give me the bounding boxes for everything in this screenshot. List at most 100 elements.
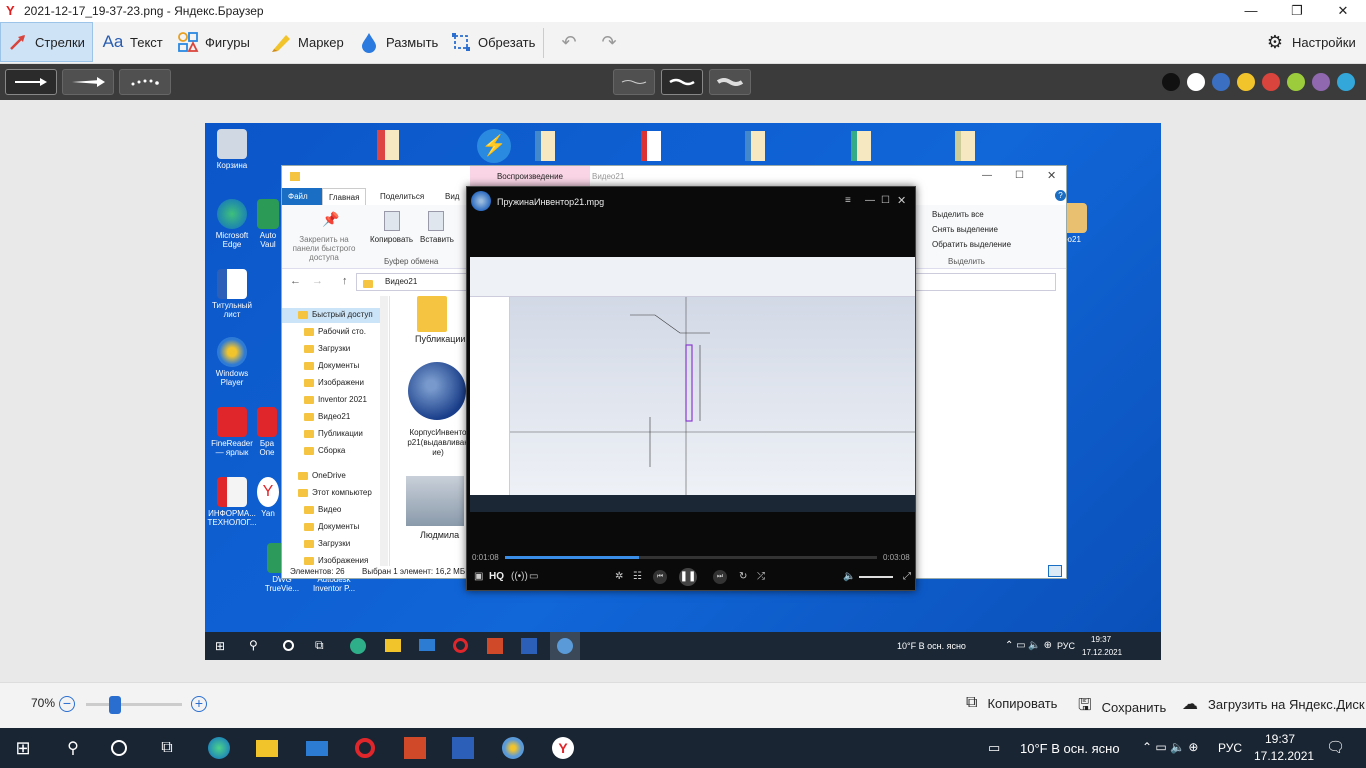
hq-button[interactable]: HQ (489, 571, 504, 582)
details-view-icon[interactable] (1048, 565, 1062, 577)
equalizer-icon[interactable]: ☷ (633, 571, 642, 582)
notification-icon[interactable]: 🗨 (1326, 738, 1345, 756)
prev-icon[interactable]: ⏮ (653, 570, 667, 584)
stroke-thick-button[interactable] (709, 69, 751, 95)
help-icon[interactable]: ? (1055, 190, 1066, 201)
color-swatch-2[interactable] (1210, 71, 1232, 93)
redo-icon[interactable]: ↷ (598, 31, 620, 53)
player-min-icon[interactable]: — (865, 195, 875, 206)
nav-item[interactable]: Быстрый доступ (298, 310, 373, 319)
up-icon[interactable]: ↑ (342, 275, 348, 287)
nav-item[interactable]: Этот компьютер (298, 488, 372, 497)
zoom-slider[interactable] (86, 696, 182, 714)
stroke-medium-button[interactable] (661, 69, 703, 95)
zoom-in-icon[interactable]: + (191, 696, 207, 712)
seek-bar[interactable] (505, 556, 877, 559)
nav-item[interactable]: Изображения (304, 556, 368, 565)
cortana-icon[interactable] (106, 736, 132, 760)
upload-disk-button[interactable]: ☁ Загрузить на Яндекс.Диск (1182, 694, 1365, 714)
nav-item[interactable]: Видео21 (304, 412, 350, 421)
color-swatch-7[interactable] (1335, 71, 1357, 93)
volume-slider[interactable] (859, 576, 893, 578)
zoom-slider-knob[interactable] (108, 696, 121, 714)
task-view-icon[interactable]: ⧉ (154, 736, 180, 760)
tab-play-context[interactable]: Воспроизведение (470, 166, 590, 188)
select-none-button[interactable]: Снять выделение (932, 225, 998, 234)
start-icon[interactable]: ⊞ (10, 736, 36, 760)
arrows-tool-button[interactable]: Стрелки (0, 22, 93, 62)
explorer-max-icon[interactable]: ☐ (1015, 170, 1024, 181)
file-korpus[interactable]: КорпусИнвенто р21(выдавливан ие) (406, 428, 470, 458)
next-icon[interactable]: ⏭ (713, 570, 727, 584)
tray-icons[interactable]: ⌃ ▭ 🔈 ⊕ (1142, 740, 1198, 754)
yandex-browser-icon[interactable]: Y (550, 736, 576, 760)
settings-button[interactable]: ⚙ Настройки (1258, 22, 1362, 62)
blur-tool-button[interactable]: Размыть (352, 22, 444, 62)
back-icon[interactable]: ← (290, 275, 301, 287)
nav-item[interactable]: Документы (304, 361, 359, 370)
nav-item[interactable]: Документы (304, 522, 359, 531)
player-close-icon[interactable]: ✕ (897, 194, 906, 207)
copy-button[interactable]: Копировать (370, 235, 413, 244)
zoom-out-icon[interactable]: − (59, 696, 75, 712)
select-all-button[interactable]: Выделить все (932, 210, 984, 219)
clock-date[interactable]: 17.12.2021 (1254, 749, 1314, 763)
nav-item[interactable]: OneDrive (298, 471, 346, 480)
file-explorer-icon[interactable] (254, 736, 280, 760)
forward-icon[interactable]: → (312, 275, 323, 287)
subtitle-icon[interactable]: ▭ (529, 571, 538, 582)
file-lyudmila[interactable]: Людмила (420, 530, 459, 540)
tab-file[interactable]: Файл (282, 188, 322, 205)
weather-text[interactable]: 10°F В осн. ясно (1020, 741, 1120, 756)
news-icon[interactable]: ▭ (988, 740, 1000, 756)
color-swatch-3[interactable] (1235, 71, 1257, 93)
fullscreen-icon[interactable]: ⤢ (903, 571, 911, 582)
color-swatch-1[interactable] (1185, 71, 1207, 93)
explorer-min-icon[interactable]: — (982, 170, 992, 181)
repeat-icon[interactable]: ↻ (739, 571, 747, 582)
shuffle-icon[interactable]: ⤮ (757, 571, 765, 582)
nav-item[interactable]: Загрузки (304, 344, 350, 353)
playlist-icon[interactable]: ≡ (845, 195, 851, 206)
pause-icon[interactable]: ❚❚ (679, 568, 697, 586)
tab-view[interactable]: Вид (439, 188, 465, 205)
stroke-thin-button[interactable] (613, 69, 655, 95)
nav-item[interactable]: Изображени (304, 378, 364, 387)
word-icon[interactable] (450, 736, 476, 760)
nav-scrollbar[interactable] (380, 296, 388, 566)
arrow-style-thin-button[interactable] (5, 69, 57, 95)
paste-button[interactable]: Вставить (420, 235, 454, 244)
clock-time[interactable]: 19:37 (1265, 732, 1295, 746)
nav-item[interactable]: Рабочий сто. (304, 327, 366, 336)
screen-icon[interactable]: ▣ (474, 571, 483, 582)
restore-button[interactable]: ❐ (1274, 0, 1320, 22)
shapes-tool-button[interactable]: Фигуры (171, 22, 256, 62)
minimize-button[interactable]: — (1228, 0, 1274, 22)
nav-item[interactable]: Публикации (304, 429, 363, 438)
nav-item[interactable]: Видео (304, 505, 341, 514)
color-swatch-5[interactable] (1285, 71, 1307, 93)
color-swatch-4[interactable] (1260, 71, 1282, 93)
file-publications[interactable]: Публикации (415, 334, 465, 344)
marker-tool-button[interactable]: Маркер (264, 22, 350, 62)
surround-icon[interactable]: ((•)) (511, 571, 528, 582)
copy-button[interactable]: ⧉ Копировать (966, 694, 1057, 712)
volume-icon[interactable]: 🔈 (843, 571, 855, 582)
opera-icon[interactable] (352, 736, 378, 760)
crop-tool-button[interactable]: Обрезать (444, 22, 541, 62)
undo-icon[interactable]: ↶ (558, 31, 580, 53)
settings-icon[interactable]: ✲ (615, 571, 623, 582)
powerpoint-icon[interactable] (402, 736, 428, 760)
language-indicator[interactable]: РУС (1218, 741, 1242, 755)
arrow-style-dotted-button[interactable] (119, 69, 171, 95)
mail-icon[interactable] (304, 736, 330, 760)
explorer-close-icon[interactable]: ✕ (1047, 169, 1056, 182)
search-icon[interactable]: ⚲ (60, 736, 86, 760)
pin-button[interactable]: Закрепить на панели быстрого доступа (286, 235, 362, 262)
nav-item[interactable]: Сборка (304, 446, 345, 455)
tab-share[interactable]: Поделиться (374, 188, 430, 205)
save-button[interactable]: 🖫 Сохранить (1078, 694, 1166, 721)
player-max-icon[interactable]: ☐ (881, 195, 890, 206)
tab-home[interactable]: Главная (322, 188, 367, 205)
close-button[interactable]: ✕ (1320, 0, 1366, 22)
